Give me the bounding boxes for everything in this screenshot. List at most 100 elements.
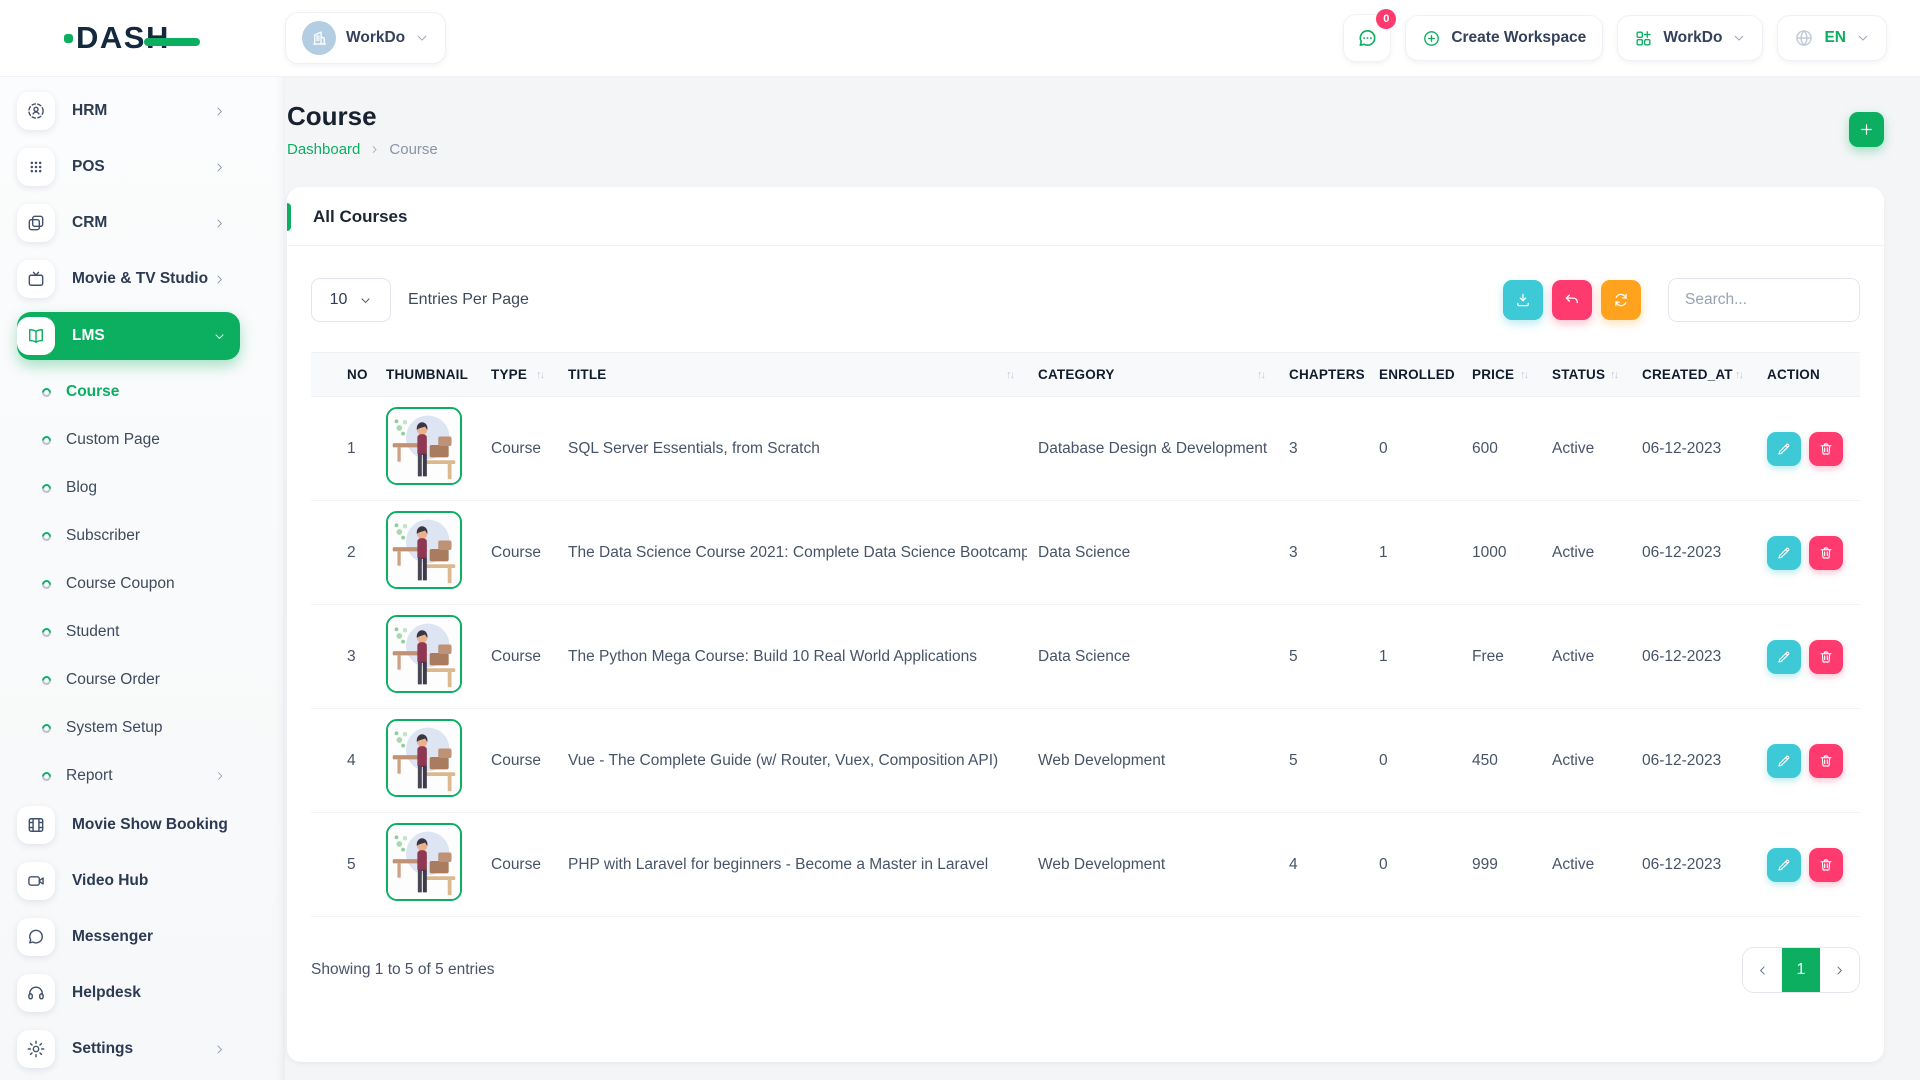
chevron-right-icon — [213, 1043, 226, 1056]
sidebar-subitem-label: Report — [66, 767, 113, 785]
sidebar-subitem-label: Course — [66, 383, 119, 401]
cell-status: Active — [1541, 397, 1631, 501]
sidebar-item-crm[interactable]: CRM — [17, 200, 240, 246]
sidebar-subitem-blog[interactable]: Blog — [17, 466, 240, 510]
sidebar-item-helpdesk[interactable]: Helpdesk — [17, 970, 240, 1016]
breadcrumb-current: Course — [389, 141, 437, 158]
edit-button[interactable] — [1767, 536, 1801, 570]
sort-icon: ↑↓ — [1257, 369, 1264, 381]
add-course-button[interactable] — [1849, 112, 1884, 147]
sidebar-item-label: CRM — [72, 214, 107, 232]
sidebar-item-hrm[interactable]: HRM — [17, 88, 240, 134]
column-header-category[interactable]: CATEGORY ↑↓ — [1027, 353, 1278, 397]
sidebar-item-pos[interactable]: POS — [17, 144, 240, 190]
delete-button[interactable] — [1809, 536, 1843, 570]
pagination-next-button[interactable] — [1820, 948, 1859, 992]
delete-button[interactable] — [1809, 744, 1843, 778]
column-header-type[interactable]: TYPE↑↓ — [480, 353, 557, 397]
cell-chapters: 5 — [1278, 709, 1368, 813]
create-workspace-button[interactable]: Create Workspace — [1405, 15, 1603, 61]
column-header-title[interactable]: TITLE↑↓ — [557, 353, 1027, 397]
export-button[interactable] — [1503, 280, 1543, 320]
sort-icon: ↑↓ — [536, 369, 543, 381]
sidebar-subitem-course-order[interactable]: Course Order — [17, 658, 240, 702]
delete-button[interactable] — [1809, 640, 1843, 674]
logo-underline — [144, 38, 200, 46]
cell-thumbnail — [375, 501, 480, 605]
sidebar-item-label: Helpdesk — [72, 984, 141, 1002]
column-header-created-at[interactable]: CREATED_AT↑↓ — [1631, 353, 1756, 397]
bullet-icon — [40, 674, 53, 687]
cell-action — [1756, 501, 1860, 605]
sidebar-item-label: HRM — [72, 102, 107, 120]
edit-button[interactable] — [1767, 432, 1801, 466]
course-thumbnail — [386, 511, 462, 589]
cell-chapters: 3 — [1278, 397, 1368, 501]
table-body: 1 CourseSQL Server Essentials, from Scra… — [311, 397, 1860, 917]
chat-icon — [1356, 27, 1379, 50]
plus-icon — [1858, 121, 1875, 138]
cell-no: 5 — [311, 813, 375, 917]
cell-status: Active — [1541, 501, 1631, 605]
entries-per-page-select[interactable]: 10 — [311, 278, 391, 322]
sidebar-nav: HRM POS CRM Movie & TV Studio LMS Course Custo… — [0, 76, 285, 1080]
sort-icon: ↑↓ — [1520, 369, 1527, 381]
sidebar-subitem-subscriber[interactable]: Subscriber — [17, 514, 240, 558]
sidebar-subitem-course-coupon[interactable]: Course Coupon — [17, 562, 240, 606]
messages-button[interactable]: 0 — [1343, 14, 1391, 62]
cell-no: 3 — [311, 605, 375, 709]
sidebar-item-settings[interactable]: Settings — [17, 1026, 240, 1072]
app-logo[interactable]: DASH — [0, 20, 285, 56]
chevron-down-icon — [359, 294, 372, 307]
search-input[interactable] — [1668, 278, 1860, 322]
pagination-prev-button[interactable] — [1743, 948, 1782, 992]
sidebar-item-lms[interactable]: LMS — [17, 312, 240, 360]
card-title: All Courses — [313, 207, 1858, 227]
cell-title: The Python Mega Course: Build 10 Real Wo… — [557, 605, 1027, 709]
sidebar-item-label: Settings — [72, 1040, 133, 1058]
column-label: TITLE — [568, 367, 607, 382]
sidebar-subitem-report[interactable]: Report — [17, 754, 240, 798]
sidebar-item-movie-tv-studio[interactable]: Movie & TV Studio — [17, 256, 240, 302]
reset-button[interactable] — [1552, 280, 1592, 320]
delete-button[interactable] — [1809, 848, 1843, 882]
cell-category: Web Development — [1027, 709, 1278, 813]
column-header-status[interactable]: STATUS↑↓ — [1541, 353, 1631, 397]
page-title: Course — [287, 101, 438, 132]
pencil-icon — [1776, 545, 1792, 561]
delete-button[interactable] — [1809, 432, 1843, 466]
refresh-button[interactable] — [1601, 280, 1641, 320]
edit-button[interactable] — [1767, 744, 1801, 778]
pencil-icon — [1776, 441, 1792, 457]
workspace-selector[interactable]: WorkDo — [285, 12, 446, 64]
courses-table: NOTHUMBNAILTYPE↑↓TITLE↑↓CATEGORY↑↓CHAPTE… — [311, 352, 1860, 917]
bullet-icon — [40, 770, 53, 783]
edit-button[interactable] — [1767, 848, 1801, 882]
cell-title: SQL Server Essentials, from Scratch — [557, 397, 1027, 501]
sidebar-subitem-student[interactable]: Student — [17, 610, 240, 654]
sidebar-subitem-system-setup[interactable]: System Setup — [17, 706, 240, 750]
sidebar-item-movie-show-booking[interactable]: Movie Show Booking — [17, 802, 240, 848]
cell-type: Course — [480, 501, 557, 605]
notification-badge: 0 — [1376, 9, 1396, 29]
cell-price: 999 — [1461, 813, 1541, 917]
pagination-page-1[interactable]: 1 — [1782, 948, 1820, 992]
sidebar-subitem-custom-page[interactable]: Custom Page — [17, 418, 240, 462]
breadcrumb-dashboard-link[interactable]: Dashboard — [287, 141, 360, 158]
cell-no: 1 — [311, 397, 375, 501]
course-thumbnail — [386, 823, 462, 901]
column-header-price[interactable]: PRICE↑↓ — [1461, 353, 1541, 397]
sidebar-item-messenger[interactable]: Messenger — [17, 914, 240, 960]
topbar-actions: 0 Create Workspace WorkDo EN — [1343, 14, 1920, 62]
column-label: NO — [347, 367, 368, 382]
grid-plus-icon — [1634, 29, 1653, 48]
table-header-row: NOTHUMBNAILTYPE↑↓TITLE↑↓CATEGORY↑↓CHAPTE… — [311, 353, 1860, 397]
language-selector[interactable]: EN — [1777, 15, 1887, 61]
sidebar-subitem-course[interactable]: Course — [17, 370, 240, 414]
gear-icon — [17, 1030, 55, 1068]
sidebar-item-video-hub[interactable]: Video Hub — [17, 858, 240, 904]
column-label: CATEGORY — [1038, 367, 1115, 382]
table-row: 5 CoursePHP with Laravel for beginners -… — [311, 813, 1860, 917]
edit-button[interactable] — [1767, 640, 1801, 674]
workspace-switcher[interactable]: WorkDo — [1617, 15, 1763, 61]
